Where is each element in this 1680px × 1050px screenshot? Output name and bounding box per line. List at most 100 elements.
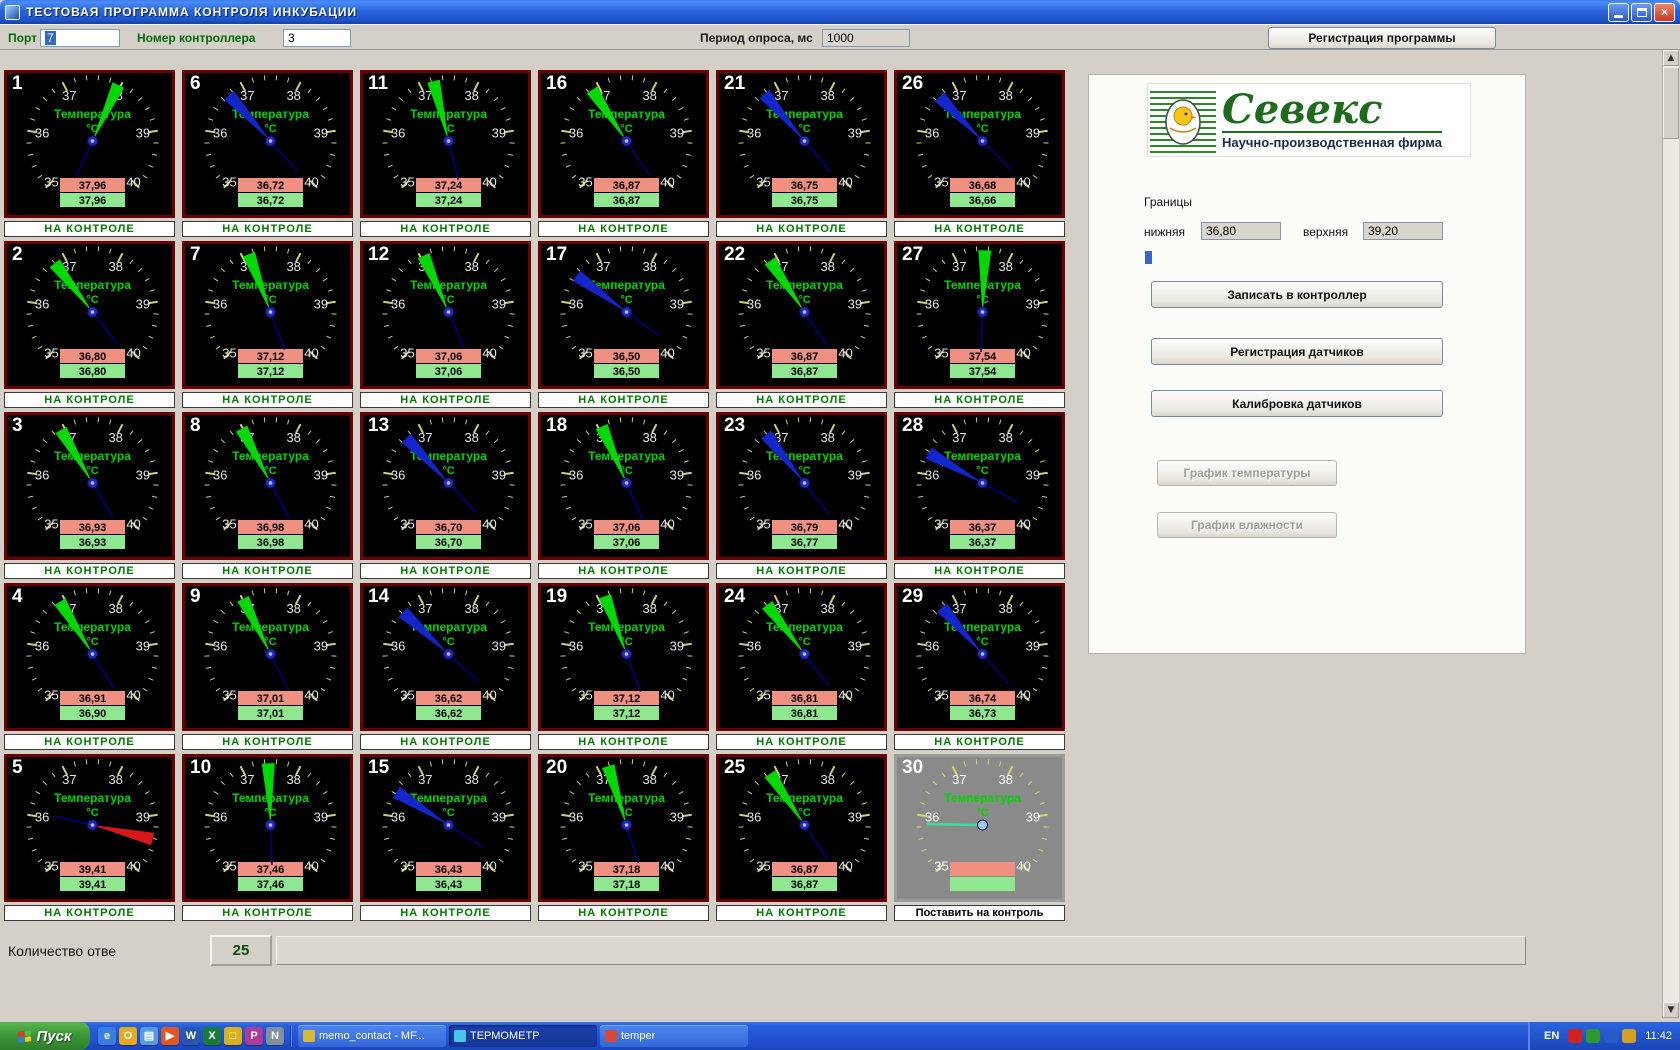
svg-text:Температура: Температура bbox=[766, 791, 843, 805]
svg-text:37,46: 37,46 bbox=[257, 879, 285, 891]
svg-text:36: 36 bbox=[747, 810, 761, 825]
outlook-icon[interactable]: O bbox=[119, 1027, 137, 1045]
gauge-number: 8 bbox=[190, 415, 201, 436]
svg-text:Температура: Температура bbox=[588, 791, 665, 805]
svg-text:35: 35 bbox=[934, 175, 948, 190]
scroll-up-arrow[interactable]: ▲ bbox=[1663, 50, 1679, 66]
gauge-dial: 353637383940Температура°C36,9336,93 bbox=[26, 417, 159, 549]
write-to-controller-button[interactable]: Записать в контроллер bbox=[1151, 281, 1443, 308]
gauge-cell-27: 353637383940Температура°C37,5437,5427НА … bbox=[894, 241, 1071, 412]
media-player-icon[interactable]: ▶ bbox=[161, 1027, 179, 1045]
svg-text:36: 36 bbox=[747, 639, 761, 654]
svg-text:37: 37 bbox=[952, 430, 966, 445]
gauge-number: 29 bbox=[902, 586, 924, 607]
svg-text:°C: °C bbox=[798, 123, 810, 135]
register-sensors-button[interactable]: Регистрация датчиков bbox=[1151, 338, 1443, 365]
gauge-number: 3 bbox=[12, 415, 23, 436]
word-icon[interactable]: W bbox=[182, 1027, 200, 1045]
taskbar-task-temper[interactable]: temper bbox=[600, 1025, 748, 1047]
maximize-button[interactable] bbox=[1631, 2, 1652, 22]
svg-text:37,06: 37,06 bbox=[435, 366, 463, 378]
internet-explorer-icon[interactable]: e bbox=[98, 1027, 116, 1045]
on-control-status: НА КОНТРОЛЕ bbox=[716, 905, 887, 921]
svg-text:38: 38 bbox=[108, 601, 122, 616]
desktop: ТЕСТОВАЯ ПРОГРАММА КОНТРОЛЯ ИНКУБАЦИИ × … bbox=[0, 0, 1680, 1050]
lower-bound-label: нижняя bbox=[1144, 225, 1185, 239]
svg-text:40: 40 bbox=[304, 517, 318, 532]
svg-text:Температура: Температура bbox=[232, 449, 309, 463]
language-indicator[interactable]: EN bbox=[1540, 1028, 1563, 1044]
scroll-thumb[interactable] bbox=[1663, 67, 1679, 139]
upper-bound-input[interactable]: 39,20 bbox=[1363, 222, 1443, 240]
on-control-status: НА КОНТРОЛЕ bbox=[894, 392, 1065, 408]
svg-text:36: 36 bbox=[391, 810, 405, 825]
svg-text:40: 40 bbox=[126, 175, 140, 190]
scroll-down-arrow[interactable]: ▼ bbox=[1663, 1002, 1679, 1018]
lower-bound-input[interactable]: 36,80 bbox=[1201, 222, 1281, 240]
poll-period-input[interactable]: 1000 bbox=[822, 29, 910, 47]
svg-text:36,81: 36,81 bbox=[791, 693, 819, 705]
logo-subtitle: Научно-производственная фирма bbox=[1222, 131, 1442, 150]
gauge-9: 353637383940Температура°C37,0137,019 bbox=[182, 583, 353, 731]
on-control-status: НА КОНТРОЛЕ bbox=[182, 563, 353, 579]
put-on-control-button[interactable]: Поставить на контроль bbox=[894, 905, 1065, 921]
notepad-icon[interactable]: N bbox=[266, 1027, 284, 1045]
gauge-18: 353637383940Температура°C37,0637,0618 bbox=[538, 412, 709, 560]
scheduler-tray-icon[interactable] bbox=[1622, 1029, 1637, 1043]
gauge-2: 35 36 37 38 39 40 Температура °C 36,80 36,80 2 bbox=[4, 241, 175, 389]
taskbar-task-memo_contact-mf-[interactable]: memo_contact - MF... bbox=[298, 1025, 446, 1047]
vertical-scrollbar[interactable]: ▲ ▼ bbox=[1662, 50, 1679, 1018]
explorer-icon[interactable]: □ bbox=[224, 1027, 242, 1045]
svg-text:36: 36 bbox=[569, 126, 583, 141]
svg-text:39: 39 bbox=[670, 639, 684, 654]
gauge-cell-11: 35 36 37 38 39 40 Температура °C 37,24 37,24 11 НА … bbox=[360, 70, 537, 241]
minimize-button[interactable] bbox=[1608, 2, 1629, 22]
svg-text:36,70: 36,70 bbox=[435, 537, 463, 549]
svg-text:40: 40 bbox=[838, 175, 852, 190]
close-button[interactable]: × bbox=[1654, 2, 1675, 22]
svg-text:39: 39 bbox=[314, 810, 328, 825]
gauge-number: 10 bbox=[190, 757, 212, 778]
svg-text:35: 35 bbox=[934, 346, 948, 361]
calibrate-sensors-button[interactable]: Калибровка датчиков bbox=[1151, 390, 1443, 417]
svg-text:40: 40 bbox=[304, 688, 318, 703]
volume-tray-icon[interactable] bbox=[1586, 1029, 1601, 1043]
svg-text:Температура: Температура bbox=[588, 449, 665, 463]
paint-icon[interactable]: P bbox=[245, 1027, 263, 1045]
svg-text:36,50: 36,50 bbox=[613, 366, 641, 378]
svg-text:35: 35 bbox=[756, 175, 770, 190]
antivirus-tray-icon[interactable] bbox=[1568, 1029, 1583, 1043]
gauge-15: 35 36 37 38 39 40 Температура °C 36,43 36,43 15 bbox=[360, 754, 531, 902]
svg-text:35: 35 bbox=[222, 346, 236, 361]
svg-text:40: 40 bbox=[1016, 517, 1030, 532]
svg-text:35: 35 bbox=[222, 175, 236, 190]
temperature-chart-button[interactable]: График температуры bbox=[1157, 460, 1337, 486]
svg-text:40: 40 bbox=[304, 175, 318, 190]
register-program-button[interactable]: Регистрация программы bbox=[1268, 27, 1496, 49]
controller-number-input[interactable]: 3 bbox=[283, 29, 351, 47]
svg-text:36: 36 bbox=[213, 810, 227, 825]
svg-text:40: 40 bbox=[304, 346, 318, 361]
svg-text:Температура: Температура bbox=[54, 107, 131, 121]
titlebar[interactable]: ТЕСТОВАЯ ПРОГРАММА КОНТРОЛЯ ИНКУБАЦИИ × bbox=[0, 0, 1680, 24]
gauge-cell-8: 353637383940Температура°C36,9836,988НА К… bbox=[182, 412, 359, 583]
gauge-dial: 353637 383940Температура°C36,7236,72 bbox=[204, 75, 337, 207]
svg-text:37,12: 37,12 bbox=[257, 351, 285, 363]
taskbar-task-термометр[interactable]: ТЕРМОМЕТР bbox=[449, 1025, 597, 1047]
start-button[interactable]: Пуск bbox=[0, 1022, 90, 1050]
gauge-cell-18: 353637383940Температура°C37,0637,0618НА … bbox=[538, 412, 715, 583]
svg-text:°C: °C bbox=[86, 807, 98, 819]
port-input[interactable]: 7 bbox=[40, 29, 120, 47]
gauge-number: 25 bbox=[724, 757, 746, 778]
network-tray-icon[interactable] bbox=[1604, 1029, 1619, 1043]
svg-text:37: 37 bbox=[62, 88, 76, 103]
svg-text:38: 38 bbox=[998, 601, 1012, 616]
gauge-number: 18 bbox=[546, 415, 568, 436]
excel-icon[interactable]: X bbox=[203, 1027, 221, 1045]
svg-text:40: 40 bbox=[838, 859, 852, 874]
humidity-chart-button[interactable]: График влажности bbox=[1157, 512, 1337, 538]
gauge-number: 19 bbox=[546, 586, 568, 607]
show-desktop-icon[interactable]: ▤ bbox=[140, 1027, 158, 1045]
svg-text:°C: °C bbox=[976, 636, 988, 648]
on-control-status: НА КОНТРОЛЕ bbox=[716, 392, 887, 408]
